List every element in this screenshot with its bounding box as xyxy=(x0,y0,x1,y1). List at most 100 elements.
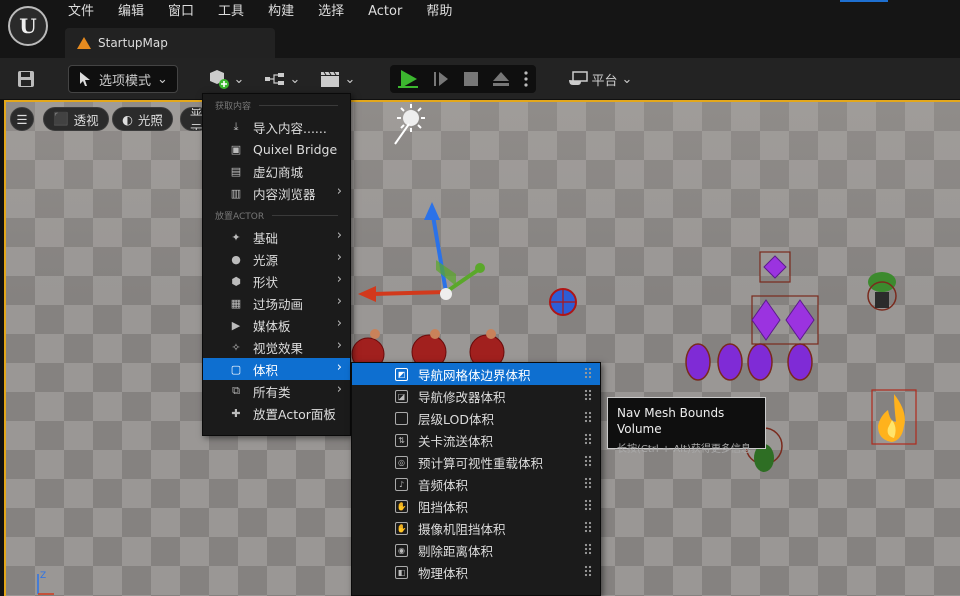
menu-physics-volume[interactable]: ◧ 物理体积 xyxy=(352,561,600,583)
drag-handle-icon[interactable] xyxy=(584,499,592,512)
section-label: 获取内容 xyxy=(215,101,252,112)
menu-marketplace[interactable]: ▤ 虚幻商城 xyxy=(203,160,350,182)
drag-handle-icon[interactable] xyxy=(584,389,592,402)
menu-quixel-bridge[interactable]: ▣ Quixel Bridge xyxy=(203,138,350,160)
level-tab[interactable]: StartupMap xyxy=(65,28,275,58)
menu-lights[interactable]: ● 光源 › xyxy=(203,248,350,270)
drag-handle-icon[interactable] xyxy=(584,411,592,424)
lighting-button[interactable]: ◐ 光照 xyxy=(112,107,173,131)
menu-window[interactable]: 窗口 xyxy=(156,0,206,24)
drag-handle-icon[interactable] xyxy=(584,455,592,468)
drag-handle-icon[interactable] xyxy=(584,367,592,380)
menu-audio-volume[interactable]: ♪ 音频体积 xyxy=(352,473,600,495)
play-icon[interactable] xyxy=(397,69,419,89)
nav-mesh-icon: ◩ xyxy=(395,367,408,381)
drag-handle-icon[interactable] xyxy=(584,521,592,534)
basic-icon: ✦ xyxy=(231,230,241,244)
blueprint-icon xyxy=(264,73,284,85)
drag-handle-icon[interactable] xyxy=(584,565,592,578)
purple-crystal-cluster[interactable] xyxy=(656,250,826,390)
nav-modifier-icon: ◪ xyxy=(395,389,408,403)
physics-icon: ◧ xyxy=(395,565,408,579)
step-icon[interactable] xyxy=(432,70,450,88)
more-options-icon[interactable] xyxy=(523,70,529,88)
menu-media-plate[interactable]: ▶ 媒体板 › xyxy=(203,314,350,336)
fire-actor[interactable] xyxy=(868,386,920,448)
menu-place-actors-panel[interactable]: ✚ 放置Actor面板 xyxy=(203,402,350,424)
level-icon xyxy=(77,37,91,49)
chevron-right-icon: › xyxy=(336,228,342,243)
volume-icon: ▢ xyxy=(230,362,242,376)
menu-volumes[interactable]: ▢ 体积 › xyxy=(203,358,350,380)
show-label: 显示 xyxy=(190,107,203,131)
menu-nav-modifier-volume[interactable]: ◪ 导航修改器体积 xyxy=(352,385,600,407)
play-controls xyxy=(390,65,536,93)
menu-precomputed-visibility-override-volume[interactable]: ◎ 预计算可视性重载体积 xyxy=(352,451,600,473)
menu-select[interactable]: 选择 xyxy=(306,0,356,24)
menu-blocking-volume[interactable]: ✋ 阻挡体积 xyxy=(352,495,600,517)
section-label: 放置ACTOR xyxy=(215,211,265,222)
eject-icon[interactable] xyxy=(492,70,510,88)
menu-shapes[interactable]: ⬢ 形状 › xyxy=(203,270,350,292)
menu-cinematics[interactable]: ▦ 过场动画 › xyxy=(203,292,350,314)
drag-handle-icon[interactable] xyxy=(584,433,592,446)
mode-select-button[interactable]: 选项模式 ⌄ xyxy=(68,65,178,93)
green-goblin-actor[interactable] xyxy=(862,264,902,314)
add-actor-icon xyxy=(209,70,229,89)
menu-basic[interactable]: ✦ 基础 › xyxy=(203,226,350,248)
mode-label: 选项模式 xyxy=(99,73,152,89)
camera-blocking-icon: ✋ xyxy=(395,521,408,535)
chevron-down-icon: ⌄ xyxy=(344,71,356,87)
menu-all-classes[interactable]: ⧉ 所有类 › xyxy=(203,380,350,402)
cull-distance-icon: ◉ xyxy=(395,543,408,557)
chevron-right-icon: › xyxy=(336,382,342,397)
transform-gizmo[interactable] xyxy=(356,200,496,310)
media-icon: ▶ xyxy=(231,318,241,332)
viewport-options-button[interactable]: ☰ xyxy=(10,107,34,131)
menu-level-streaming-volume[interactable]: ⇅ 关卡流送体积 xyxy=(352,429,600,451)
item-label: 过场动画 xyxy=(253,296,304,312)
platforms-button[interactable]: 平台 ⌄ xyxy=(560,65,640,93)
save-button[interactable] xyxy=(12,65,40,93)
chevron-right-icon: › xyxy=(336,250,342,265)
menu-cull-distance-volume[interactable]: ◉ 剔除距离体积 xyxy=(352,539,600,561)
menu-edit[interactable]: 编辑 xyxy=(106,0,156,24)
perspective-button[interactable]: ⬛ 透视 xyxy=(43,107,109,131)
blueprint-button[interactable]: ⌄ xyxy=(262,65,302,93)
item-label: 虚幻商城 xyxy=(253,164,304,180)
menu-hlod-volume[interactable]: 层级LOD体积 xyxy=(352,407,600,429)
drag-handle-icon[interactable] xyxy=(584,477,592,490)
menu-nav-mesh-bounds-volume[interactable]: ◩ 导航网格体边界体积 xyxy=(352,363,600,385)
item-label: 摄像机阻挡体积 xyxy=(418,521,506,537)
create-button[interactable]: ⌄ xyxy=(205,65,247,93)
menu-import-content[interactable]: ⤓ 导入内容...... xyxy=(203,116,350,138)
item-label: 媒体板 xyxy=(253,318,291,334)
svg-text:Z: Z xyxy=(40,571,46,581)
item-label: 视觉效果 xyxy=(253,340,304,356)
menu-help[interactable]: 帮助 xyxy=(414,0,464,24)
menu-tools[interactable]: 工具 xyxy=(206,0,256,24)
cube-icon: ⬛ xyxy=(53,111,69,126)
directional-light-icon[interactable] xyxy=(391,102,431,152)
shape-icon: ⬢ xyxy=(231,274,241,288)
stop-icon[interactable] xyxy=(463,71,479,87)
clapperboard-icon: ▦ xyxy=(230,296,242,310)
menu-content-browser[interactable]: ▥ 内容浏览器 › xyxy=(203,182,350,204)
menu-build[interactable]: 构建 xyxy=(256,0,306,24)
classes-icon: ⧉ xyxy=(232,384,240,397)
chevron-down-icon: ⌄ xyxy=(289,71,301,87)
blue-sphere-actor[interactable] xyxy=(546,284,580,318)
item-label: 所有类 xyxy=(253,384,291,400)
place-actor-icon: ✚ xyxy=(231,406,241,420)
menu-camera-blocking-volume[interactable]: ✋ 摄像机阻挡体积 xyxy=(352,517,600,539)
unreal-logo-icon[interactable]: U xyxy=(8,6,48,46)
select-mode-icon xyxy=(80,72,90,86)
item-label: 预计算可视性重载体积 xyxy=(418,455,544,471)
lit-sphere-icon: ◐ xyxy=(122,111,133,127)
main-toolbar: 选项模式 ⌄ ⌄ ⌄ ⌄ 平台 ⌄ xyxy=(0,58,960,100)
menu-file[interactable]: 文件 xyxy=(56,0,106,24)
menu-actor[interactable]: Actor xyxy=(356,0,414,24)
drag-handle-icon[interactable] xyxy=(584,543,592,556)
menu-visual-effects[interactable]: ✧ 视觉效果 › xyxy=(203,336,350,358)
cinematics-button[interactable]: ⌄ xyxy=(316,65,358,93)
